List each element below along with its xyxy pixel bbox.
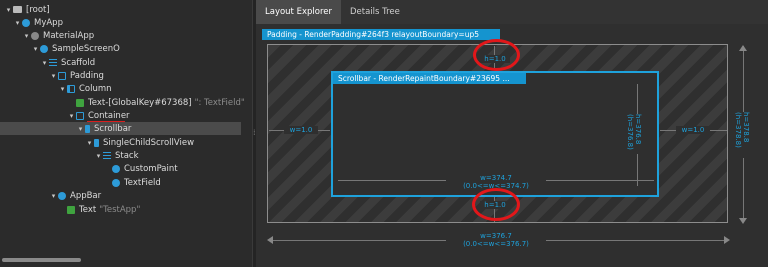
arrow-right-icon [724,236,730,244]
container-icon [76,111,84,120]
tree-node-label: Padding [70,70,104,81]
expand-arrow-icon[interactable]: ▾ [49,192,58,200]
tree-node-custompaint[interactable]: CustomPaint [103,162,178,175]
expand-arrow-icon[interactable]: ▾ [13,19,22,27]
widget-icon [112,178,120,187]
material-icon [31,31,39,40]
tree-node-padding[interactable]: ▾ Padding [49,69,104,82]
tree-node-text-globalkey[interactable]: Text-[GlobalKey#67368] ": TextField" [67,96,245,109]
scaffold-icon [49,58,57,67]
tree-node-label: Column [79,83,112,94]
widget-icon [40,44,48,53]
tree-node-appbar[interactable]: ▾ AppBar [49,189,101,202]
arrow-up-icon [739,45,747,51]
outer-widget-label[interactable]: Padding - RenderPadding#264f3 relayoutBo… [262,29,500,40]
tree-node-label: SampleScreenO [52,43,120,54]
expand-arrow-icon[interactable]: ▾ [31,45,40,53]
top-padding-annotation [473,39,520,71]
inner-height-value: h=376.8 (h=376.8) [626,114,642,154]
tree-node-label: CustomPaint [124,163,178,174]
horizontal-scrollbar[interactable] [2,258,81,262]
expand-arrow-icon[interactable]: ▾ [58,85,67,93]
arrow-down-icon [739,218,747,224]
inner-widget-label[interactable]: Scrollbar - RenderRepaintBoundary#23695 … [333,73,526,84]
tree-node-label: Stack [115,150,139,161]
widget-tree-panel: ▾ [root] ▾ MyApp ▾ MaterialApp ▾ SampleS… [0,0,252,267]
tree-node-label: Text [79,204,97,215]
tree-node-stack[interactable]: ▾ Stack [94,149,139,162]
tab-details-tree[interactable]: Details Tree [341,0,409,24]
expand-arrow-icon[interactable]: ▾ [49,72,58,80]
arrow-left-icon [267,236,273,244]
padding-icon [58,71,66,80]
expand-arrow-icon[interactable]: ▾ [40,59,49,67]
expand-arrow-icon[interactable]: ▾ [94,152,103,160]
tree-node-hint: "TestApp" [99,204,141,215]
text-icon [67,205,75,214]
tree-node-textfield[interactable]: TextField [103,176,161,189]
tree-node-label: SingleChildScrollView [103,137,195,148]
text-icon [76,98,84,107]
stack-icon [103,151,111,160]
tree-node-column[interactable]: ▾ Column [58,82,112,95]
tree-node-label: Text-[GlobalKey#67368] [88,97,192,108]
tree-node-label: [root] [26,4,50,15]
expand-arrow-icon[interactable]: ▾ [85,139,94,147]
column-icon [67,84,75,93]
bottom-padding-annotation [472,188,520,221]
tree-node-scrollbar[interactable]: ▾ Scrollbar [0,122,241,135]
tree-node-myapp[interactable]: ▾ MyApp [13,16,63,29]
tree-node-root[interactable]: ▾ [root] [4,3,50,16]
right-padding-value: w=1.0 [676,126,710,134]
tree-node-label: AppBar [70,190,102,201]
scrollview-icon [94,138,99,147]
tree-node-label: MyApp [34,17,63,28]
tree-node-label: Container [88,110,130,121]
tree-node-label: Scaffold [61,57,96,68]
widget-icon [58,191,66,200]
expand-arrow-icon[interactable]: ▾ [76,125,85,133]
widget-icon [112,164,120,173]
outer-width-value: w=376.7 (0.0<=w<=376.7) [446,232,546,248]
tree-node-hint: ": TextField" [194,97,245,108]
tree-node-scaffold[interactable]: ▾ Scaffold [40,56,95,69]
left-padding-value: w=1.0 [284,126,318,134]
widget-icon [22,18,30,27]
expand-arrow-icon[interactable]: ▾ [22,32,31,40]
layout-explorer-canvas: Padding - RenderPadding#264f3 relayoutBo… [256,24,768,267]
outer-height-value: h=378.8 (h=378.8) [734,112,750,158]
tree-node-samplescreen[interactable]: ▾ SampleScreenO [31,42,120,55]
tab-layout-explorer[interactable]: Layout Explorer [256,0,341,24]
folder-icon [13,6,22,13]
tree-node-label: TextField [124,177,161,188]
tab-bar: Layout Explorer Details Tree [256,0,768,24]
tree-node-label: MaterialApp [43,30,95,41]
expand-arrow-icon[interactable]: ▾ [67,112,76,120]
expand-arrow-icon[interactable]: ▾ [4,6,13,14]
details-panel: Layout Explorer Details Tree Padding - R… [256,0,768,267]
tree-node-text[interactable]: Text "TestApp" [58,203,140,216]
tree-node-singlechildscrollview[interactable]: ▾ SingleChildScrollView [85,136,194,149]
tree-node-materialapp[interactable]: ▾ MaterialApp [22,29,94,42]
scrollbar-icon [85,124,90,133]
tree-node-label: Scrollbar [94,123,132,134]
